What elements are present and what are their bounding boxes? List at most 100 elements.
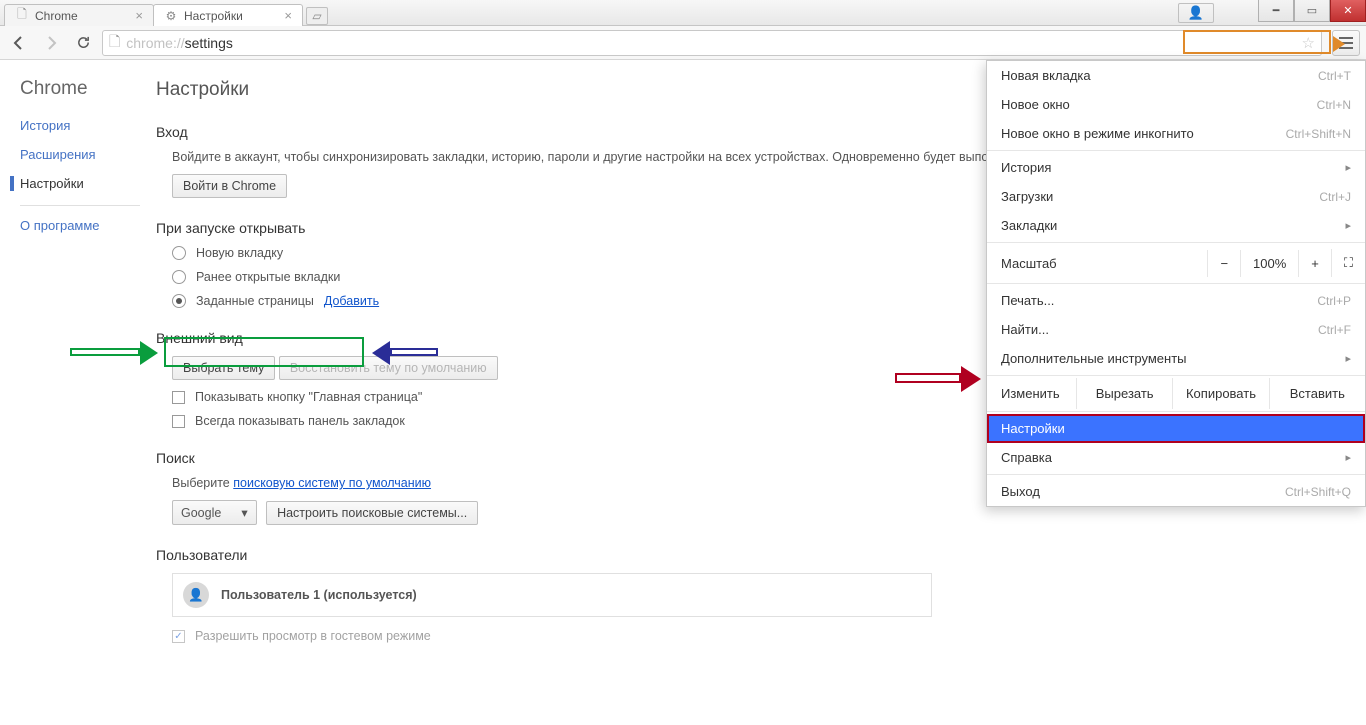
- choose-theme-button[interactable]: Выбрать тему: [172, 356, 275, 380]
- menu-exit[interactable]: Выход Ctrl+Shift+Q: [987, 477, 1365, 506]
- menu-shortcut: Ctrl+T: [1318, 69, 1351, 83]
- menu-label: Новое окно: [1001, 97, 1070, 112]
- page-icon: 🗋: [109, 31, 120, 55]
- menu-new-tab[interactable]: Новая вкладка Ctrl+T: [987, 61, 1365, 90]
- brand-title: Chrome: [20, 78, 140, 100]
- url-protocol: chrome://: [126, 35, 184, 51]
- menu-separator: [987, 474, 1365, 475]
- menu-label: Найти...: [1001, 322, 1049, 337]
- radio-icon: [172, 294, 186, 308]
- menu-shortcut: Ctrl+Shift+N: [1286, 127, 1351, 141]
- user-name: Пользователь 1 (используется): [221, 588, 417, 602]
- menu-label: Дополнительные инструменты: [1001, 351, 1187, 366]
- menu-shortcut: Ctrl+J: [1319, 190, 1351, 204]
- tab-chrome[interactable]: 🗋 Chrome ×: [4, 4, 154, 26]
- menu-separator: [987, 375, 1365, 376]
- window-titlebar: 🗋 Chrome × ⚙ Настройки × ▱ 👤 ━ ▭ ✕: [0, 0, 1366, 26]
- minimize-button[interactable]: ━: [1258, 0, 1294, 22]
- menu-paste[interactable]: Вставить: [1270, 378, 1365, 409]
- maximize-button[interactable]: ▭: [1294, 0, 1330, 22]
- zoom-value: 100%: [1240, 250, 1298, 277]
- bookmark-star-icon[interactable]: ☆: [1302, 34, 1315, 52]
- menu-label: Новая вкладка: [1001, 68, 1091, 83]
- checkbox-icon: [172, 391, 185, 404]
- menu-separator: [987, 411, 1365, 412]
- menu-label: Настройки: [1001, 421, 1065, 436]
- sign-in-button[interactable]: Войти в Chrome: [172, 174, 287, 198]
- fullscreen-button[interactable]: ⛶: [1331, 249, 1365, 277]
- menu-new-window[interactable]: Новое окно Ctrl+N: [987, 90, 1365, 119]
- menu-downloads[interactable]: Загрузки Ctrl+J: [987, 182, 1365, 211]
- chevron-down-icon: ▾: [241, 505, 247, 520]
- menu-bookmarks[interactable]: Закладки: [987, 211, 1365, 240]
- menu-history[interactable]: История: [987, 153, 1365, 182]
- tab-strip: 🗋 Chrome × ⚙ Настройки × ▱: [4, 4, 328, 26]
- menu-separator: [987, 242, 1365, 243]
- menu-shortcut: Ctrl+Shift+Q: [1285, 485, 1351, 499]
- checkbox-icon: [172, 415, 185, 428]
- menu-find[interactable]: Найти... Ctrl+F: [987, 315, 1365, 344]
- gear-icon: ⚙: [164, 9, 178, 23]
- checkbox-label: Разрешить просмотр в гостевом режиме: [195, 629, 431, 643]
- radio-label: Заданные страницы: [196, 294, 314, 308]
- menu-cut[interactable]: Вырезать: [1077, 378, 1173, 409]
- menu-button[interactable]: [1332, 30, 1360, 56]
- menu-zoom: Масштаб − 100% + ⛶: [987, 245, 1365, 281]
- menu-label: История: [1001, 160, 1051, 175]
- sidebar-item-settings[interactable]: Настройки: [10, 176, 140, 191]
- menu-label: Печать...: [1001, 293, 1054, 308]
- menu-copy[interactable]: Копировать: [1173, 378, 1269, 409]
- chrome-menu: Новая вкладка Ctrl+T Новое окно Ctrl+N Н…: [986, 60, 1366, 507]
- radio-label: Новую вкладку: [196, 246, 283, 260]
- section-heading: Пользователи: [156, 547, 1338, 563]
- window-controls: ━ ▭ ✕: [1258, 0, 1366, 22]
- url-path: settings: [185, 35, 233, 51]
- page-icon: 🗋: [15, 9, 29, 23]
- menu-edit-row: Изменить Вырезать Копировать Вставить: [987, 378, 1365, 409]
- radio-icon: [172, 270, 186, 284]
- new-tab-button[interactable]: ▱: [306, 7, 328, 25]
- reset-theme-button[interactable]: Восстановить тему по умолчанию: [279, 356, 498, 380]
- menu-more-tools[interactable]: Дополнительные инструменты: [987, 344, 1365, 373]
- tab-close-icon[interactable]: ×: [284, 8, 292, 23]
- address-bar[interactable]: 🗋 chrome://settings ☆: [102, 30, 1322, 56]
- zoom-in-button[interactable]: +: [1298, 250, 1331, 277]
- menu-shortcut: Ctrl+N: [1317, 98, 1351, 112]
- forward-button[interactable]: [38, 30, 64, 56]
- sidebar-item-extensions[interactable]: Расширения: [20, 147, 140, 162]
- set-pages-link[interactable]: Добавить: [324, 294, 379, 308]
- menu-label: Выход: [1001, 484, 1040, 499]
- menu-print[interactable]: Печать... Ctrl+P: [987, 286, 1365, 315]
- browser-toolbar: 🗋 chrome://settings ☆: [0, 26, 1366, 60]
- search-engine-select[interactable]: Google ▾: [172, 500, 257, 525]
- guest-browsing-checkbox[interactable]: ✓ Разрешить просмотр в гостевом режиме: [172, 629, 1338, 643]
- manage-search-button[interactable]: Настроить поисковые системы...: [266, 501, 478, 525]
- sidebar-item-history[interactable]: История: [20, 118, 140, 133]
- menu-shortcut: Ctrl+P: [1317, 294, 1351, 308]
- zoom-label: Масштаб: [1001, 256, 1057, 271]
- default-search-link[interactable]: поисковую систему по умолчанию: [233, 476, 431, 490]
- profile-button[interactable]: 👤: [1178, 3, 1214, 23]
- checkbox-icon: ✓: [172, 630, 185, 643]
- menu-label: Загрузки: [1001, 189, 1053, 204]
- zoom-out-button[interactable]: −: [1207, 250, 1240, 277]
- tab-settings[interactable]: ⚙ Настройки ×: [153, 4, 303, 26]
- menu-incognito[interactable]: Новое окно в режиме инкогнито Ctrl+Shift…: [987, 119, 1365, 148]
- menu-help[interactable]: Справка: [987, 443, 1365, 472]
- user-row[interactable]: 👤 Пользователь 1 (используется): [172, 573, 932, 617]
- reload-button[interactable]: [70, 30, 96, 56]
- tab-title: Chrome: [35, 9, 78, 23]
- section-users: Пользователи 👤 Пользователь 1 (используе…: [156, 547, 1338, 643]
- menu-shortcut: Ctrl+F: [1318, 323, 1351, 337]
- tab-close-icon[interactable]: ×: [135, 8, 143, 23]
- checkbox-label: Всегда показывать панель закладок: [195, 414, 405, 428]
- tab-title: Настройки: [184, 9, 243, 23]
- sidebar-separator: [20, 205, 140, 206]
- sidebar-item-about[interactable]: О программе: [20, 218, 140, 233]
- back-button[interactable]: [6, 30, 32, 56]
- menu-settings[interactable]: Настройки: [987, 414, 1365, 443]
- close-button[interactable]: ✕: [1330, 0, 1366, 22]
- search-desc-prefix: Выберите: [172, 476, 233, 490]
- edit-label: Изменить: [987, 378, 1077, 409]
- menu-label: Закладки: [1001, 218, 1057, 233]
